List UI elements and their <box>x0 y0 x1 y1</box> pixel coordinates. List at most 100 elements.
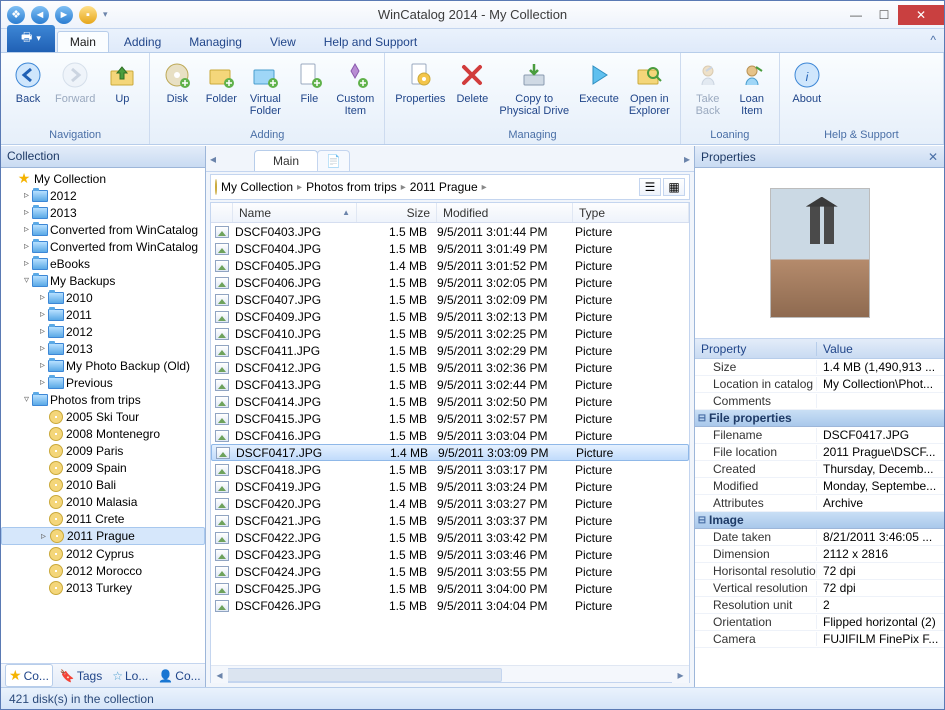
chevron-right-icon[interactable]: ▸ <box>401 182 406 193</box>
property-row[interactable]: OrientationFlipped horizontal (2) <box>695 614 944 631</box>
tree-node[interactable]: ★My Collection <box>1 170 205 187</box>
tree-node[interactable]: ▹2012 <box>1 187 205 204</box>
file-row[interactable]: DSCF0419.JPG1.5 MB9/5/2011 3:03:24 PMPic… <box>211 478 689 495</box>
tree-expander-icon[interactable]: ▹ <box>37 309 48 320</box>
tab-locations[interactable]: ☆Lo... <box>109 667 151 685</box>
view-list-button[interactable]: ☰ <box>639 178 661 196</box>
collapse-ribbon-icon[interactable]: ^ <box>930 33 936 47</box>
execute-button[interactable]: Execute <box>575 57 623 107</box>
tab-tags[interactable]: 🔖Tags <box>57 667 105 685</box>
tree-expander-icon[interactable]: ▹ <box>21 258 32 269</box>
add-custom-item-button[interactable]: Custom Item <box>332 57 378 119</box>
qat-dropdown-icon[interactable]: ▾ <box>103 9 108 20</box>
up-button[interactable]: Up <box>101 57 143 107</box>
tree-node[interactable]: ▹Converted from WinCatalog <box>1 221 205 238</box>
column-type[interactable]: Type <box>573 203 689 222</box>
app-icon[interactable]: ❖ <box>7 6 25 24</box>
file-row[interactable]: DSCF0426.JPG1.5 MB9/5/2011 3:04:04 PMPic… <box>211 597 689 614</box>
tree-node[interactable]: ▿Photos from trips <box>1 391 205 408</box>
scroll-left-icon[interactable]: ◂ <box>211 666 228 683</box>
minimize-button[interactable]: — <box>842 5 870 25</box>
add-virtual-folder-button[interactable]: Virtual Folder <box>244 57 286 119</box>
property-row[interactable]: AttributesArchive <box>695 495 944 512</box>
property-grid[interactable]: Property Value Size1.4 MB (1,490,913 ...… <box>695 338 944 687</box>
tree-expander-icon[interactable]: ▹ <box>37 343 48 354</box>
file-row[interactable]: DSCF0407.JPG1.5 MB9/5/2011 3:02:09 PMPic… <box>211 291 689 308</box>
file-row[interactable]: DSCF0414.JPG1.5 MB9/5/2011 3:02:50 PMPic… <box>211 393 689 410</box>
file-list[interactable]: DSCF0403.JPG1.5 MB9/5/2011 3:01:44 PMPic… <box>211 223 689 665</box>
tree-node[interactable]: ▹2012 <box>1 323 205 340</box>
take-back-button[interactable]: Take Back <box>687 57 729 119</box>
tree-node[interactable]: 2010 Bali <box>1 476 205 493</box>
collapse-icon[interactable]: ⊟ <box>695 515 709 526</box>
open-explorer-button[interactable]: Open in Explorer <box>625 57 674 119</box>
tree-expander-icon[interactable]: ▿ <box>21 394 32 405</box>
property-row[interactable]: ModifiedMonday, Septembe... <box>695 478 944 495</box>
about-button[interactable]: iAbout <box>786 57 828 107</box>
tree-node[interactable]: ▹2011 Prague <box>1 527 205 545</box>
nav-forward-icon[interactable]: ► <box>55 6 73 24</box>
tree-node[interactable]: ▹My Photo Backup (Old) <box>1 357 205 374</box>
properties-button[interactable]: Properties <box>391 57 449 107</box>
column-icon[interactable] <box>211 203 233 222</box>
view-thumbnails-button[interactable]: ▦ <box>663 178 685 196</box>
file-row[interactable]: DSCF0418.JPG1.5 MB9/5/2011 3:03:17 PMPic… <box>211 461 689 478</box>
property-row[interactable]: File location2011 Prague\DSCF... <box>695 444 944 461</box>
property-row[interactable]: Location in catalogMy Collection\Phot... <box>695 376 944 393</box>
tab-scroll-right-icon[interactable]: ▸ <box>680 152 694 166</box>
tab-collection[interactable]: ★Co... <box>5 664 53 687</box>
file-row[interactable]: DSCF0415.JPG1.5 MB9/5/2011 3:02:57 PMPic… <box>211 410 689 427</box>
nav-back-icon[interactable]: ◄ <box>31 6 49 24</box>
tree-node[interactable]: ▹2013 <box>1 204 205 221</box>
column-modified[interactable]: Modified <box>437 203 573 222</box>
add-file-button[interactable]: File <box>288 57 330 107</box>
forward-button[interactable]: Forward <box>51 57 99 107</box>
tab-scroll-left-icon[interactable]: ◂ <box>206 152 220 166</box>
file-tab[interactable]: 🖶▾ <box>7 25 55 52</box>
tree-node[interactable]: ▹Previous <box>1 374 205 391</box>
close-button[interactable]: ✕ <box>898 5 944 25</box>
tab-main[interactable]: Main <box>57 31 109 52</box>
tab-managing[interactable]: Managing <box>176 31 255 52</box>
scroll-right-icon[interactable]: ▸ <box>672 666 689 683</box>
file-row[interactable]: DSCF0422.JPG1.5 MB9/5/2011 3:03:42 PMPic… <box>211 529 689 546</box>
chevron-right-icon[interactable]: ▸ <box>297 182 302 193</box>
tree-node[interactable]: ▿My Backups <box>1 272 205 289</box>
file-row[interactable]: DSCF0416.JPG1.5 MB9/5/2011 3:03:04 PMPic… <box>211 427 689 444</box>
folder-icon[interactable]: ▪ <box>79 6 97 24</box>
back-button[interactable]: Back <box>7 57 49 107</box>
horizontal-scrollbar[interactable]: ◂ ▸ <box>211 665 689 682</box>
property-row[interactable]: Date taken8/21/2011 3:46:05 ... <box>695 529 944 546</box>
tree-expander-icon[interactable]: ▹ <box>21 224 32 235</box>
file-row[interactable]: DSCF0411.JPG1.5 MB9/5/2011 3:02:29 PMPic… <box>211 342 689 359</box>
file-row[interactable]: DSCF0412.JPG1.5 MB9/5/2011 3:02:36 PMPic… <box>211 359 689 376</box>
tree-expander-icon[interactable]: ▹ <box>21 207 32 218</box>
property-row[interactable]: CameraFUJIFILM FinePix F... <box>695 631 944 648</box>
column-name[interactable]: Name▲ <box>233 203 357 222</box>
tree-expander-icon[interactable]: ▹ <box>37 377 48 388</box>
tree-node[interactable]: 2005 Ski Tour <box>1 408 205 425</box>
close-panel-icon[interactable]: ✕ <box>928 150 938 164</box>
tab-help[interactable]: Help and Support <box>311 31 430 52</box>
breadcrumb-item[interactable]: Photos from trips <box>306 180 397 194</box>
property-row[interactable]: Horisontal resolution72 dpi <box>695 563 944 580</box>
add-folder-button[interactable]: Folder <box>200 57 242 107</box>
tree-node[interactable]: 2011 Crete <box>1 510 205 527</box>
property-category[interactable]: ⊟File properties <box>695 410 944 427</box>
property-row[interactable]: Dimension2112 x 2816 <box>695 546 944 563</box>
file-row[interactable]: DSCF0409.JPG1.5 MB9/5/2011 3:02:13 PMPic… <box>211 308 689 325</box>
property-row[interactable]: FilenameDSCF0417.JPG <box>695 427 944 444</box>
tree-node[interactable]: 2010 Malasia <box>1 493 205 510</box>
breadcrumb-item[interactable]: 2011 Prague <box>410 180 478 194</box>
tree-node[interactable]: ▹2011 <box>1 306 205 323</box>
collection-tree[interactable]: ★My Collection▹2012▹2013▹Converted from … <box>1 168 205 663</box>
tree-node[interactable]: 2012 Morocco <box>1 562 205 579</box>
property-row[interactable]: Comments <box>695 393 944 410</box>
tree-node[interactable]: 2009 Spain <box>1 459 205 476</box>
copy-to-drive-button[interactable]: Copy to Physical Drive <box>495 57 573 119</box>
file-row[interactable]: DSCF0406.JPG1.5 MB9/5/2011 3:02:05 PMPic… <box>211 274 689 291</box>
column-size[interactable]: Size <box>357 203 437 222</box>
tree-expander-icon[interactable]: ▿ <box>21 275 32 286</box>
tree-expander-icon[interactable]: ▹ <box>37 360 48 371</box>
property-category[interactable]: ⊟Image <box>695 512 944 529</box>
